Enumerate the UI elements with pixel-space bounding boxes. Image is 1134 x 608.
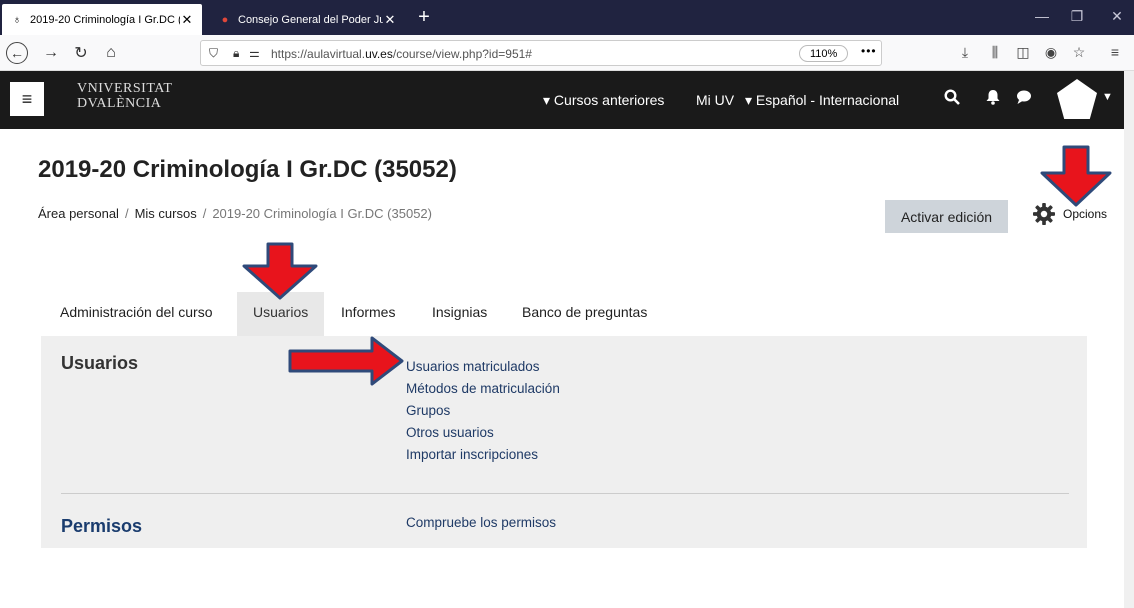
- page-scrollbar[interactable]: [1124, 71, 1134, 608]
- zoom-indicator[interactable]: 110%: [799, 45, 849, 62]
- importar-inscripciones-link[interactable]: Importar inscripciones: [406, 444, 560, 466]
- page-actions-menu[interactable]: •••: [861, 44, 877, 58]
- tab-administracion-curso[interactable]: Administración del curso: [44, 292, 229, 336]
- university-logo[interactable]: VNIVERSITAT DVALÈNCIA: [77, 81, 172, 111]
- logo-line-2: DVALÈNCIA: [77, 96, 162, 111]
- breadcrumb-mis-cursos[interactable]: Mis cursos: [135, 206, 197, 221]
- shield-icon[interactable]: ⛉: [209, 46, 218, 61]
- permisos-heading: Permisos: [61, 516, 143, 536]
- forward-icon[interactable]: →: [40, 42, 62, 64]
- breadcrumb-current-course[interactable]: 2019-20 Criminología I Gr.DC (35052): [212, 206, 432, 221]
- hamburger-menu-icon[interactable]: ≡: [10, 82, 44, 116]
- menu-icon[interactable]: ≡: [1105, 44, 1125, 60]
- page-title: 2019-20 Criminología I Gr.DC (35052): [38, 156, 457, 183]
- opcions-menu[interactable]: Opcions: [1063, 207, 1107, 221]
- compruebe-permisos-link[interactable]: Compruebe los permisos: [406, 515, 556, 530]
- activar-edicion-button[interactable]: Activar edición: [885, 200, 1008, 233]
- breadcrumb-separator: /: [124, 206, 129, 221]
- tab-title: Consejo General del Poder Judi: [238, 13, 383, 26]
- cursos-anteriores-menu[interactable]: ▾ Cursos anteriores: [543, 92, 664, 109]
- close-tab-icon[interactable]: ✕: [383, 12, 397, 28]
- language-label: Español - Internacional: [755, 92, 900, 108]
- account-icon[interactable]: ◉: [1041, 44, 1061, 61]
- restore-icon[interactable]: ❐: [1062, 8, 1092, 25]
- breadcrumb: Área personal / Mis cursos / 2019-20 Crimino…: [38, 206, 432, 221]
- browser-tab-course[interactable]: ♁ 2019-20 Criminología I Gr.DC ( ✕: [2, 4, 202, 35]
- usuarios-heading: Usuarios: [61, 353, 139, 373]
- browser-tab-strip: ♁ 2019-20 Criminología I Gr.DC ( ✕ ● Con…: [0, 0, 1134, 35]
- back-icon[interactable]: ←: [6, 42, 28, 64]
- browser-tab-consejo[interactable]: ● Consejo General del Poder Judi ✕: [210, 4, 405, 35]
- site-header: ≡ VNIVERSITAT DVALÈNCIA ▾ Cursos anterio…: [0, 71, 1124, 129]
- url-text[interactable]: https://aulavirtual.uv.es/course/view.ph…: [271, 47, 532, 61]
- download-icon[interactable]: ⤓: [955, 44, 975, 61]
- user-menu-chevron-down-icon[interactable]: ▼: [1102, 91, 1113, 103]
- usuarios-panel: Usuarios Usuarios matriculados Métodos d…: [41, 336, 1087, 548]
- logo-line-1: VNIVERSITAT: [77, 81, 173, 96]
- browser-nav-bar: ← → ↻ ⌂ ⛉ 🔒︎ ⚌ https://aulavirtual.uv.es…: [0, 35, 1134, 71]
- lock-icon[interactable]: 🔒︎: [233, 46, 239, 61]
- permissions-icon[interactable]: ⚌: [249, 46, 260, 60]
- cursos-anteriores-label: Cursos anteriores: [553, 92, 665, 108]
- section-divider: [61, 493, 1069, 494]
- otros-usuarios-link[interactable]: Otros usuarios: [406, 422, 560, 444]
- usuarios-links: Usuarios matriculados Métodos de matricu…: [406, 356, 560, 466]
- annotation-arrow-down-opcions: [1040, 145, 1112, 207]
- breadcrumb-separator: /: [202, 206, 207, 221]
- grupos-link[interactable]: Grupos: [406, 400, 560, 422]
- bookmark-icon[interactable]: ☆: [1069, 44, 1089, 61]
- messages-icon[interactable]: [1016, 89, 1032, 110]
- metodos-matriculacion-link[interactable]: Métodos de matriculación: [406, 378, 560, 400]
- cgpj-favicon-icon: ●: [221, 13, 229, 26]
- new-tab-button[interactable]: +: [412, 6, 436, 28]
- tab-informes[interactable]: Informes: [325, 292, 411, 336]
- language-menu[interactable]: ▾ Español - Internacional: [745, 92, 899, 109]
- mi-uv-link[interactable]: Mi UV: [696, 92, 734, 108]
- uv-favicon-icon: ♁: [12, 13, 22, 26]
- notifications-bell-icon[interactable]: [986, 89, 1000, 110]
- close-tab-icon[interactable]: ✕: [180, 12, 194, 28]
- breadcrumb-area-personal[interactable]: Área personal: [38, 206, 119, 221]
- search-icon[interactable]: [944, 89, 960, 110]
- close-window-icon[interactable]: ✕: [1102, 8, 1132, 25]
- sidebar-icon[interactable]: ◫: [1013, 44, 1033, 61]
- usuarios-matriculados-link[interactable]: Usuarios matriculados: [406, 356, 560, 378]
- home-icon[interactable]: ⌂: [100, 42, 122, 64]
- annotation-arrow-right-usuarios-matriculados: [288, 336, 404, 386]
- user-avatar[interactable]: [1057, 79, 1097, 119]
- minimize-icon[interactable]: —: [1027, 8, 1057, 24]
- tab-title: 2019-20 Criminología I Gr.DC (: [30, 13, 180, 26]
- annotation-arrow-down-usuarios-tab: [242, 242, 318, 300]
- library-icon[interactable]: ⫼: [985, 44, 1005, 61]
- tab-banco-preguntas[interactable]: Banco de preguntas: [506, 292, 663, 336]
- url-bar[interactable]: ⛉ 🔒︎ ⚌ https://aulavirtual.uv.es/course/…: [200, 40, 882, 66]
- tab-insignias[interactable]: Insignias: [416, 292, 503, 336]
- reload-icon[interactable]: ↻: [70, 42, 92, 64]
